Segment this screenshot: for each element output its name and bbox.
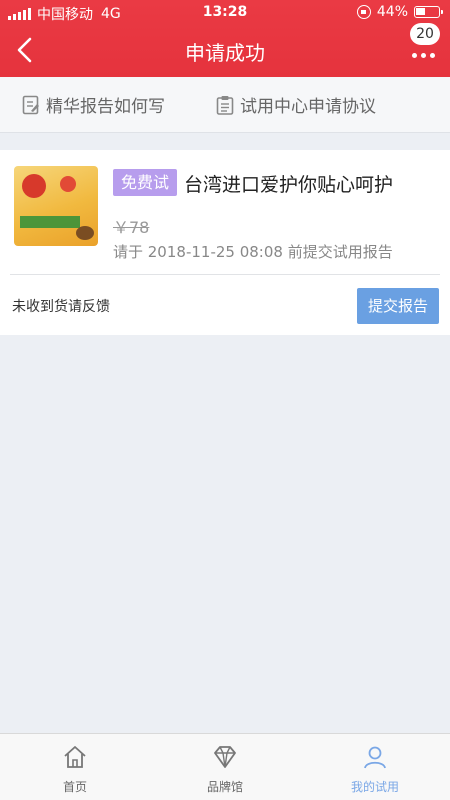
document-edit-icon xyxy=(22,95,39,114)
original-price: ￥78 xyxy=(113,218,150,237)
quick-link-agreement[interactable]: 试用中心申请协议 xyxy=(216,92,376,117)
message-count-badge[interactable]: 20 xyxy=(410,23,440,45)
quick-link-label: 试用中心申请协议 xyxy=(240,97,376,117)
tab-my-trials[interactable]: 我的试用 xyxy=(300,734,450,800)
tab-label: 品牌馆 xyxy=(206,780,243,794)
product-title[interactable]: 台湾进口爱护你贴心呵护 xyxy=(184,170,393,197)
report-deadline: 请于 2018-11-25 08:08 前提交试用报告 xyxy=(113,243,393,261)
divider xyxy=(10,274,440,275)
tab-label: 首页 xyxy=(62,780,87,794)
home-icon xyxy=(64,746,86,768)
more-dots-icon xyxy=(412,53,435,58)
nav-bar: 申请成功 xyxy=(0,24,450,77)
battery-icon xyxy=(414,6,443,18)
status-bar: 中国移动 4G 13:28 44% xyxy=(0,0,450,24)
quick-links-bar: 精华报告如何写 试用中心申请协议 xyxy=(0,77,450,133)
tab-brands[interactable]: 品牌馆 xyxy=(150,734,300,800)
page-title: 申请成功 xyxy=(185,41,265,65)
battery-percent: 44% xyxy=(376,4,408,20)
clipboard-icon xyxy=(216,95,234,115)
submit-report-button[interactable]: 提交报告 xyxy=(357,288,439,324)
feedback-link[interactable]: 未收到货请反馈 xyxy=(12,296,110,316)
tab-home[interactable]: 首页 xyxy=(0,734,150,800)
diamond-icon xyxy=(214,746,236,768)
bottom-tab-bar: 首页 品牌馆 我的试用 xyxy=(0,733,450,800)
user-icon xyxy=(364,746,386,769)
orientation-lock-icon xyxy=(356,5,371,19)
quick-link-report-guide[interactable]: 精华报告如何写 xyxy=(22,92,165,117)
tab-label: 我的试用 xyxy=(350,780,399,794)
status-right: 44% xyxy=(356,4,443,20)
product-image[interactable] xyxy=(14,166,98,246)
app-header: 中国移动 4G 13:28 44% 申请成功 20 xyxy=(0,0,450,77)
free-trial-tag: 免费试 xyxy=(113,169,177,196)
quick-link-label: 精华报告如何写 xyxy=(46,97,165,117)
